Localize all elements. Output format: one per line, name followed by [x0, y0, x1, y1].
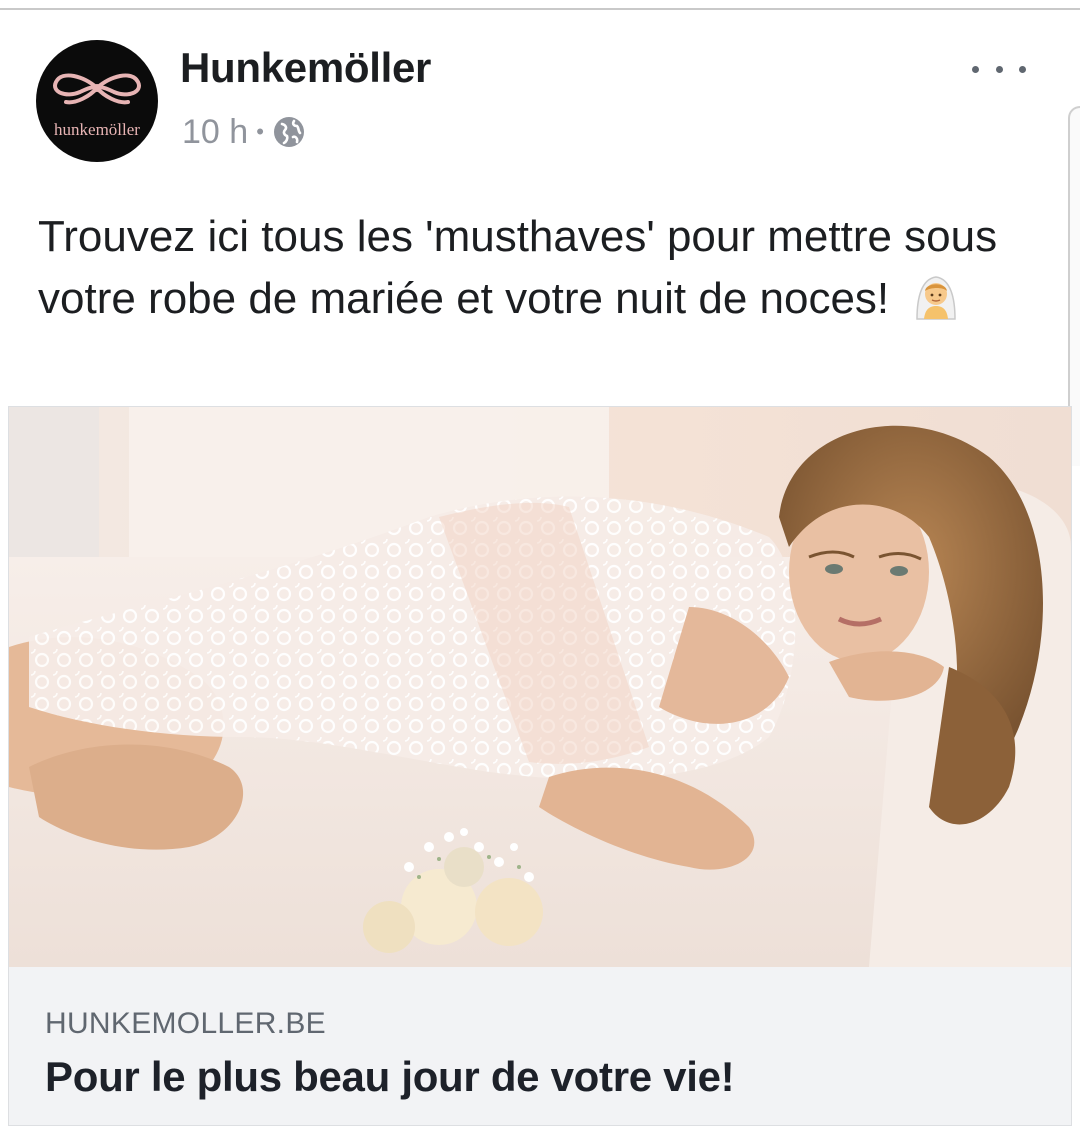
post-text-content: Trouvez ici tous les 'musthaves' pour me…	[38, 212, 998, 323]
link-preview-footer[interactable]: HUNKEMOLLER.BE Pour le plus beau jour de…	[9, 967, 1071, 1125]
more-options-icon[interactable]	[972, 54, 1026, 84]
link-title[interactable]: Pour le plus beau jour de votre vie!	[45, 1053, 735, 1101]
more-dot	[995, 65, 1003, 73]
post-timestamp[interactable]: 10 h	[182, 113, 248, 152]
more-dot	[972, 65, 979, 73]
globe-icon[interactable]	[272, 115, 306, 149]
avatar-logo-text: hunkemöller	[54, 120, 140, 139]
page-avatar[interactable]: hunkemöller	[36, 40, 158, 162]
link-preview-card[interactable]: HUNKEMOLLER.BE Pour le plus beau jour de…	[8, 406, 1072, 1126]
page-name-link[interactable]: Hunkemöller	[180, 44, 431, 92]
post-text: Trouvez ici tous les 'musthaves' pour me…	[38, 206, 1038, 330]
link-domain: HUNKEMOLLER.BE	[45, 1007, 326, 1040]
hunkemoller-logo: hunkemöller	[53, 73, 141, 139]
preview-photo[interactable]	[9, 407, 1071, 967]
meta-separator: •	[256, 119, 264, 144]
person-with-veil-emoji	[909, 269, 963, 323]
more-dot	[1019, 65, 1026, 73]
post-card: hunkemöller Hunkemöller 10 h • Trouvez i…	[0, 10, 1080, 1126]
post-meta: 10 h •	[182, 112, 306, 152]
